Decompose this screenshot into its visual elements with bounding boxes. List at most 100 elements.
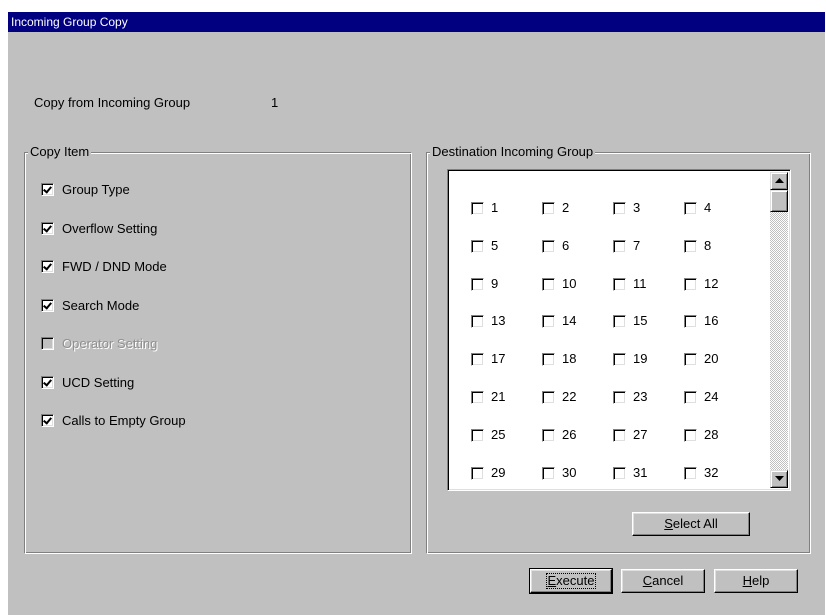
- destination-group-checkbox[interactable]: 12: [684, 276, 744, 292]
- checkbox-box[interactable]: [542, 466, 555, 480]
- destination-group-checkbox[interactable]: 15: [613, 313, 673, 329]
- copy-item-label: Overflow Setting: [62, 220, 158, 236]
- destination-group-checkbox[interactable]: 14: [542, 313, 602, 329]
- checkbox-box[interactable]: [684, 391, 697, 404]
- cancel-label: ancel: [652, 573, 684, 588]
- destination-group-label: 10: [562, 275, 577, 291]
- destination-group-label: 7: [633, 237, 641, 253]
- checkbox-box[interactable]: [613, 391, 626, 404]
- scroll-up-button[interactable]: [770, 172, 788, 190]
- destination-group-checkbox[interactable]: 27: [613, 427, 673, 443]
- copy-from-value: 1: [271, 95, 279, 110]
- cancel-button[interactable]: Cancel: [621, 569, 705, 593]
- checkbox-box[interactable]: [613, 466, 626, 480]
- destination-group-checkbox[interactable]: 6: [542, 238, 602, 254]
- destination-group-checkbox[interactable]: 29: [471, 465, 531, 481]
- destination-group-checkbox[interactable]: 4: [684, 200, 744, 216]
- destination-group-checkbox[interactable]: 21: [471, 389, 531, 405]
- checkbox-box[interactable]: [471, 239, 484, 253]
- checkbox-box[interactable]: [684, 353, 697, 367]
- destination-group-label: 27: [633, 426, 648, 442]
- destination-group-label: 19: [633, 351, 648, 367]
- checkbox-box[interactable]: [684, 239, 697, 253]
- checkbox-box[interactable]: [613, 202, 626, 215]
- checkbox-box[interactable]: [542, 428, 555, 442]
- destination-group-checkbox[interactable]: 32: [684, 465, 744, 481]
- checkbox-box[interactable]: [684, 315, 697, 329]
- checkbox-box[interactable]: [684, 202, 697, 215]
- checkbox-box[interactable]: [542, 353, 555, 367]
- checkbox-box[interactable]: [613, 277, 626, 291]
- destination-group-checkbox[interactable]: 5: [471, 238, 531, 254]
- destination-group-checkbox[interactable]: 16: [684, 313, 744, 329]
- checkbox-box[interactable]: [471, 277, 484, 291]
- scroll-thumb[interactable]: [770, 190, 788, 212]
- copy-item-label: FWD / DND Mode: [62, 259, 167, 274]
- checkbox-box[interactable]: [471, 353, 484, 367]
- destination-group-list[interactable]: 1 2 3 4 5 6 7 8 9 10 11 12 13 14 15 16 17 18 19 20 21 22 23 24 2…: [447, 169, 791, 491]
- destination-group-label: 28: [704, 426, 719, 442]
- execute-mnemonic: E: [547, 573, 557, 588]
- checkbox-box[interactable]: [471, 391, 484, 404]
- checkbox-box[interactable]: [542, 315, 555, 329]
- checkbox-box[interactable]: [41, 414, 54, 427]
- select-all-button[interactable]: Select All: [632, 512, 750, 536]
- checkbox-box[interactable]: [471, 315, 484, 329]
- destination-group-label: 6: [562, 237, 570, 253]
- destination-group-checkbox[interactable]: 17: [471, 351, 531, 367]
- destination-group-checkbox[interactable]: 31: [613, 465, 673, 481]
- destination-group-checkbox[interactable]: 25: [471, 427, 531, 443]
- destination-group-checkbox[interactable]: 22: [542, 389, 602, 405]
- vertical-scrollbar[interactable]: [770, 172, 788, 488]
- checkbox-box[interactable]: [471, 428, 484, 442]
- destination-group-checkbox[interactable]: 7: [613, 238, 673, 254]
- destination-group-checkbox[interactable]: 3: [613, 200, 673, 216]
- destination-group-label: 29: [491, 464, 506, 480]
- checkbox-box[interactable]: [613, 428, 626, 442]
- destination-group-label: 3: [633, 200, 641, 215]
- destination-group-label: 31: [633, 464, 648, 480]
- scroll-down-button[interactable]: [770, 470, 788, 488]
- checkbox-box[interactable]: [684, 277, 697, 291]
- destination-group-checkbox[interactable]: 26: [542, 427, 602, 443]
- checkbox-box[interactable]: [41, 375, 54, 389]
- checkbox-box[interactable]: [613, 315, 626, 329]
- checkbox-box[interactable]: [471, 202, 484, 215]
- checkbox-box[interactable]: [613, 353, 626, 367]
- destination-group-label: 11: [633, 275, 647, 291]
- destination-group-checkbox[interactable]: 23: [613, 389, 673, 405]
- destination-group-checkbox[interactable]: 19: [613, 351, 673, 367]
- destination-group-checkbox[interactable]: 20: [684, 351, 744, 367]
- checkbox-box[interactable]: [542, 277, 555, 291]
- destination-group-checkbox[interactable]: 2: [542, 200, 602, 216]
- destination-group-checkbox[interactable]: 13: [471, 313, 531, 329]
- checkbox-box[interactable]: [684, 466, 697, 480]
- destination-group-checkbox[interactable]: 1: [471, 200, 531, 216]
- checkbox-box[interactable]: [471, 466, 484, 480]
- destination-group-checkbox[interactable]: 18: [542, 351, 602, 367]
- checkbox-box[interactable]: [542, 239, 555, 253]
- destination-group-checkbox[interactable]: 11: [613, 276, 673, 292]
- destination-group-label: 17: [491, 351, 506, 367]
- destination-group-label: 9: [491, 275, 499, 291]
- checkbox-box[interactable]: [41, 221, 54, 235]
- destination-group-label: 16: [704, 313, 719, 329]
- destination-group-checkbox[interactable]: 24: [684, 389, 744, 405]
- help-button[interactable]: Help: [714, 569, 798, 593]
- destination-group-checkbox[interactable]: 8: [684, 238, 744, 254]
- checkbox-box[interactable]: [542, 391, 555, 404]
- checkbox-box[interactable]: [613, 239, 626, 253]
- execute-button[interactable]: Execute: [529, 568, 613, 594]
- destination-group-checkbox[interactable]: 9: [471, 276, 531, 292]
- destination-group-label: 32: [704, 464, 719, 480]
- checkbox-box[interactable]: [41, 298, 54, 312]
- checkbox-box[interactable]: [542, 202, 555, 215]
- destination-group-checkbox[interactable]: 30: [542, 465, 602, 481]
- window-title: Incoming Group Copy: [8, 12, 825, 32]
- destination-group-checkbox[interactable]: 28: [684, 427, 744, 443]
- checkbox-box[interactable]: [41, 260, 54, 273]
- destination-group-checkbox[interactable]: 10: [542, 276, 602, 292]
- destination-group-label: 20: [704, 351, 719, 367]
- checkbox-box[interactable]: [684, 428, 697, 442]
- checkbox-box[interactable]: [41, 183, 54, 196]
